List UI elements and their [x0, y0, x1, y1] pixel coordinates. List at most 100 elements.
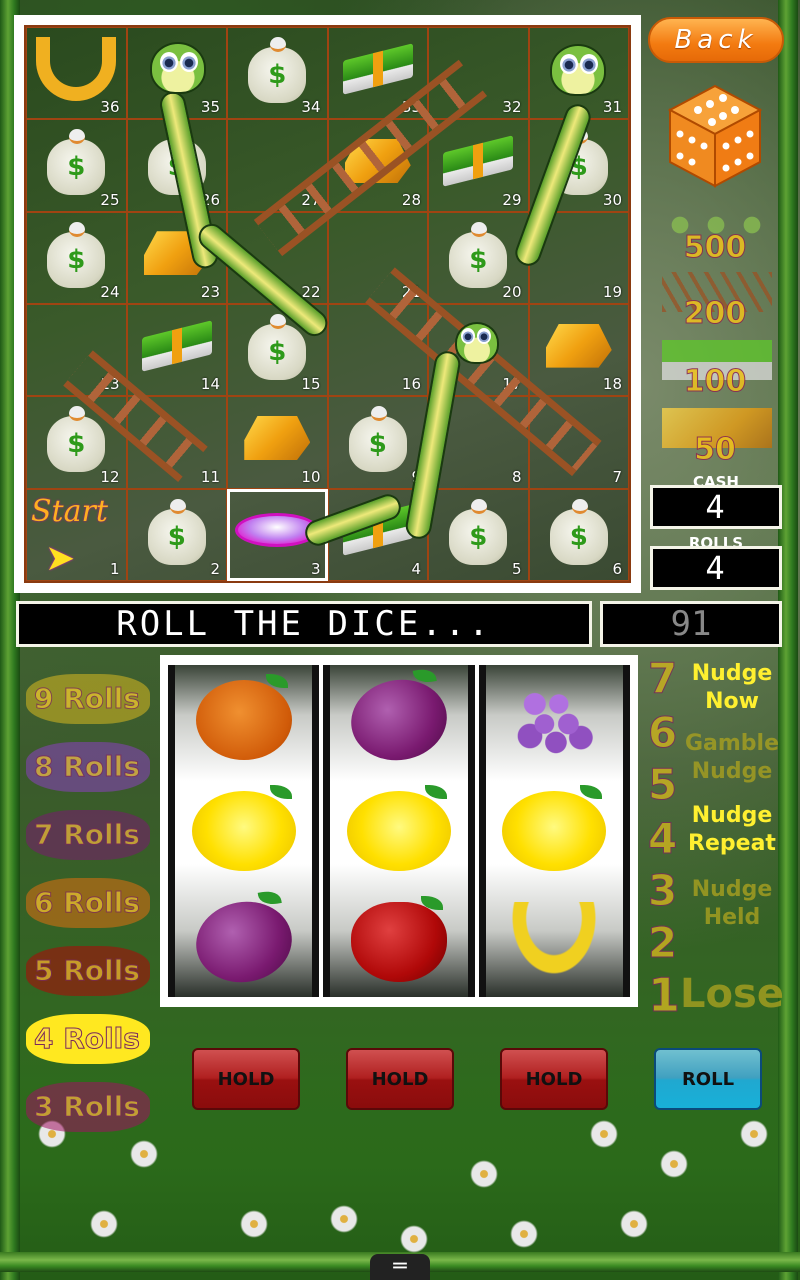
board-square-29: 29: [428, 119, 529, 212]
square-number: 10: [301, 467, 321, 486]
cash-stack-icon: [342, 42, 413, 95]
reel-1: [168, 665, 320, 997]
board-grid: 36 35 $34 33 32 31 $25 $26 27 28 29 $30 $24 23 22 21 $20…: [24, 25, 631, 583]
board-square-26: $26: [126, 119, 227, 212]
board-square-4: 4: [327, 488, 428, 581]
menu-handle-icon[interactable]: ═: [370, 1254, 430, 1280]
square-number: 25: [100, 190, 120, 209]
board-square-5: $5: [428, 488, 529, 581]
prize-value: 50: [694, 432, 737, 468]
nudge-number: 7: [647, 654, 678, 704]
money-bag-icon: $: [147, 498, 206, 565]
gold-bars-icon: [143, 231, 210, 276]
money-bag-icon: $: [549, 498, 608, 565]
prize-value: 500: [683, 230, 747, 266]
reel-3: [478, 665, 630, 997]
cash-stack-icon: [443, 135, 514, 187]
square-number: 7: [612, 467, 622, 486]
back-button[interactable]: Back: [648, 17, 784, 63]
lemon-icon: [191, 784, 296, 871]
square-number: 6: [612, 560, 622, 578]
paytable-label: 5 Rolls: [34, 954, 141, 988]
board-square-33: 33: [327, 27, 428, 120]
square-number: 27: [301, 190, 321, 209]
board-square-22: 22: [227, 211, 328, 304]
square-number: 1: [109, 560, 120, 578]
plum-icon: [344, 667, 454, 769]
board-square-20: $20: [428, 211, 529, 304]
money-bag-icon: $: [248, 36, 307, 103]
square-number: 35: [200, 98, 220, 117]
gold-bars-icon: [244, 415, 311, 460]
reel-2: [323, 665, 475, 997]
score-display: 91: [600, 601, 782, 647]
square-number: 22: [301, 283, 321, 301]
board-square-8: 8: [428, 396, 529, 489]
nudge-option: Nudge Held: [691, 877, 773, 930]
board-square-34: $34: [227, 27, 328, 120]
rolls-display: 4: [650, 546, 782, 590]
board-square-23: 23: [126, 211, 227, 304]
board-square-30: $30: [528, 119, 629, 212]
board-square-10: 10: [227, 396, 328, 489]
board-square-32: 32: [428, 27, 529, 120]
board-square-19: 19: [528, 211, 629, 304]
square-number: 2: [210, 560, 220, 578]
square-number: 15: [301, 375, 321, 394]
money-bag-icon: $: [47, 221, 106, 288]
start-label: Start: [31, 493, 108, 529]
square-number: 32: [502, 98, 522, 117]
square-number: 4: [411, 560, 421, 578]
paytable-label: 6 Rolls: [34, 886, 141, 920]
gold-bars-icon: [344, 138, 411, 183]
board-square-3: 3: [227, 488, 328, 581]
nudge-option: Gamble: [684, 731, 780, 756]
cash-stack-icon: [342, 504, 413, 557]
board-square-6: $6: [528, 488, 629, 581]
square-number: 20: [502, 283, 522, 301]
nudge-option: Nudge Now: [691, 661, 773, 714]
hold-button-1[interactable]: HOLD: [192, 1048, 300, 1110]
prize-value: 200: [683, 296, 747, 332]
money-bag-icon: $: [248, 313, 307, 380]
square-number: 14: [200, 375, 220, 394]
square-number: 24: [100, 283, 120, 301]
square-number: 33: [401, 98, 421, 117]
player-token-icon: [235, 513, 320, 548]
dice-icon[interactable]: [668, 84, 762, 188]
paytable-row-grapes: 8 Rolls: [20, 736, 155, 798]
money-bag-icon: $: [47, 406, 106, 473]
hold-button-3[interactable]: HOLD: [500, 1048, 608, 1110]
board-square-13: 13: [26, 304, 127, 397]
board-square-17: 17: [428, 304, 529, 397]
square-number: 16: [401, 375, 421, 394]
arrow-right-icon: ➤: [45, 537, 76, 579]
board-square-35: 35: [126, 27, 227, 120]
square-number: 36: [100, 98, 120, 117]
square-number: 3: [310, 560, 321, 578]
money-bag-icon: $: [348, 406, 407, 473]
paytable-label: 9 Rolls: [34, 682, 141, 716]
square-number: 12: [100, 467, 120, 486]
paytable-label: 8 Rolls: [34, 750, 141, 784]
square-number: 31: [602, 98, 622, 117]
board-square-9: $9: [327, 396, 428, 489]
hold-button-2[interactable]: HOLD: [346, 1048, 454, 1110]
board-square-15: $15: [227, 304, 328, 397]
square-number: 30: [602, 190, 622, 209]
nudge-number: 5: [647, 760, 678, 810]
money-bag-icon: $: [449, 498, 508, 565]
cash-stack-icon: [141, 319, 212, 372]
board-square-1: Start ➤ 1: [26, 488, 127, 581]
horseshoe-icon: [36, 36, 117, 101]
board-square-28: 28: [327, 119, 428, 212]
nudge-number: 6: [647, 708, 678, 758]
paytable-row-orange: 6 Rolls: [20, 872, 155, 934]
money-bag-icon: $: [47, 129, 106, 196]
paytable-row-lemon: 4 Rolls: [20, 1008, 155, 1070]
roll-button[interactable]: ROLL: [654, 1048, 762, 1110]
square-number: 34: [301, 98, 321, 117]
board-square-18: 18: [528, 304, 629, 397]
square-number: 28: [401, 190, 421, 209]
paytable-label: 4 Rolls: [34, 1022, 141, 1056]
